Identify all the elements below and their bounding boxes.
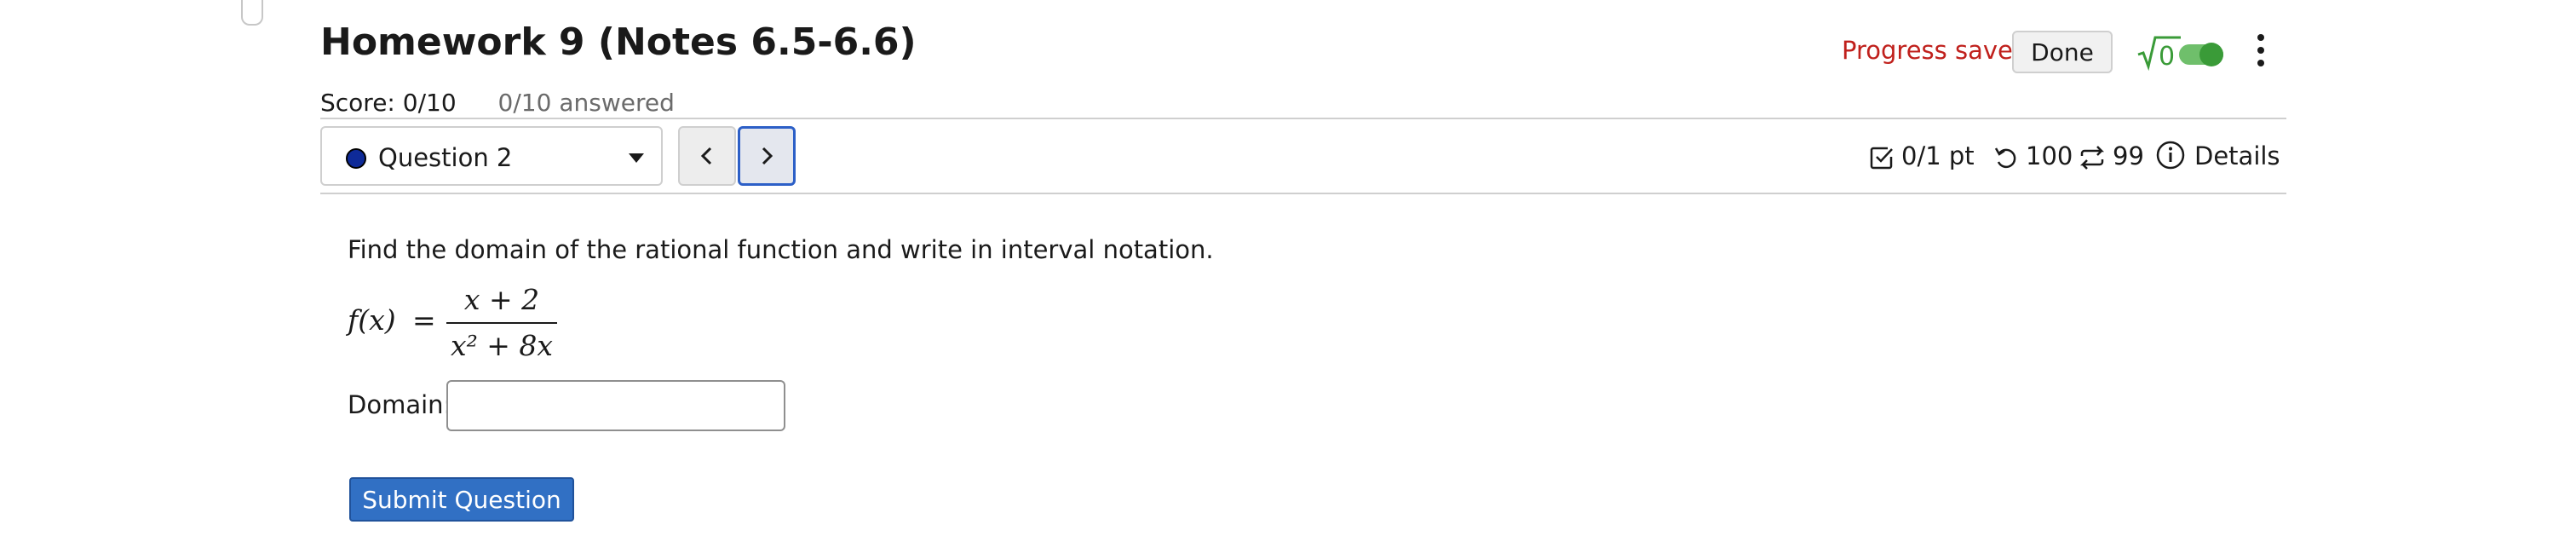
caret-down-icon	[629, 153, 644, 163]
sidebar-edge-tab[interactable]	[241, 0, 263, 26]
chevron-left-icon	[700, 147, 712, 165]
question-selector-label: Question 2	[378, 143, 513, 172]
more-options-icon[interactable]	[2251, 34, 2271, 72]
denominator: x² + 8x	[450, 329, 554, 362]
score-row: Score: 0/10 0/10 answered	[320, 89, 675, 117]
attempts-icon	[2079, 146, 2105, 170]
progress-status: Progress saved	[1842, 36, 2029, 65]
fraction: x + 2 x² + 8x	[446, 281, 557, 365]
function-name: f(x)	[348, 303, 396, 337]
domain-label: Domain:	[348, 390, 452, 419]
svg-text:0: 0	[2159, 42, 2175, 72]
checkbox-icon	[1870, 147, 1893, 170]
question-points: 0/1 pt	[1901, 141, 1975, 170]
numerator: x + 2	[463, 283, 540, 316]
retry-icon	[1994, 147, 2016, 169]
done-button[interactable]: Done	[2012, 31, 2113, 73]
question-status-dot	[346, 148, 366, 169]
header-divider	[320, 118, 2286, 119]
fraction-bar	[446, 322, 557, 324]
equals-sign: =	[412, 303, 436, 337]
retries-count: 100	[2026, 141, 2073, 170]
chevron-right-icon	[762, 147, 773, 165]
details-link[interactable]: Details	[2194, 141, 2280, 176]
submit-question-button[interactable]: Submit Question	[349, 477, 574, 522]
math-display-toggle[interactable]: 0	[2136, 34, 2230, 72]
next-question-button[interactable]	[738, 126, 796, 186]
question-prompt: Find the domain of the rational function…	[348, 235, 1214, 264]
question-divider	[320, 193, 2286, 194]
score-text: Score: 0/10	[320, 89, 457, 117]
attempts-count: 99	[2113, 141, 2144, 170]
assignment-title: Homework 9 (Notes 6.5-6.6)	[320, 20, 917, 64]
answered-count: 0/10 answered	[497, 89, 675, 117]
info-icon[interactable]	[2155, 140, 2186, 170]
sqrt-zero-icon: 0	[2137, 36, 2223, 72]
domain-answer-input[interactable]	[446, 380, 785, 431]
previous-question-button[interactable]	[678, 126, 736, 186]
question-selector[interactable]: Question 2	[320, 126, 663, 186]
